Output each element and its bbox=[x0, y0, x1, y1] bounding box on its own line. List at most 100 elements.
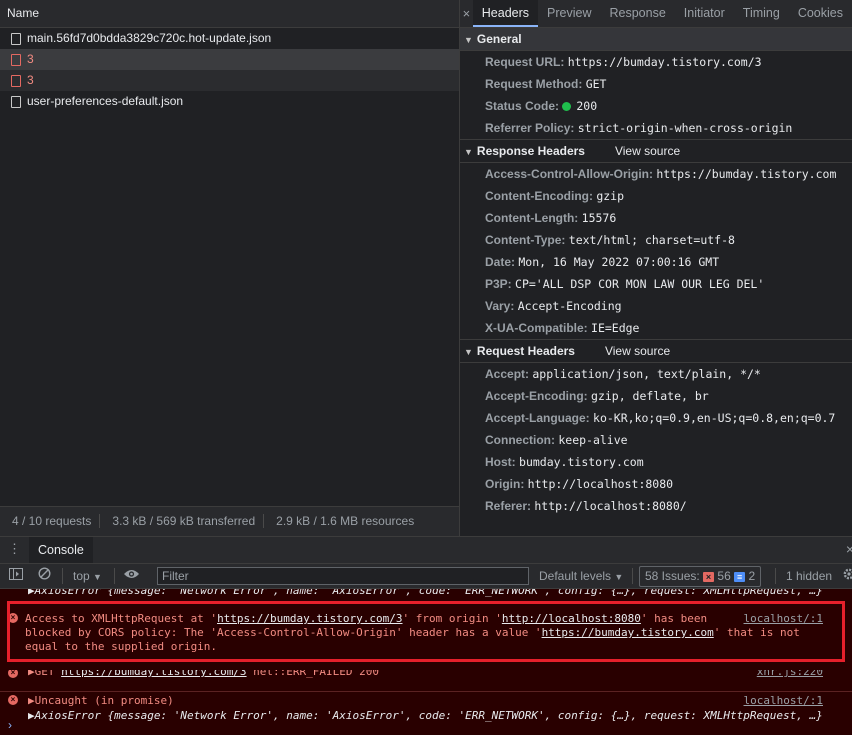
tab-response[interactable]: Response bbox=[600, 0, 674, 27]
section-title: General bbox=[476, 32, 522, 46]
header-value: gzip bbox=[596, 189, 625, 203]
header-row: Content-Length: 15576 bbox=[460, 207, 852, 229]
resources-size: 2.9 kB / 1.6 MB resources bbox=[276, 514, 415, 528]
object-body: {message: 'Network Error', name: 'AxiosE… bbox=[107, 589, 823, 597]
name-column-header[interactable]: Name bbox=[0, 0, 459, 28]
header-key: Access-Control-Allow-Origin: bbox=[485, 167, 654, 181]
cors-error-line: equal to the supplied origin. bbox=[0, 640, 852, 654]
request-row[interactable]: user-preferences-default.json bbox=[0, 91, 459, 112]
issues-label: 58 Issues: bbox=[645, 569, 700, 583]
message-text: ' has been bbox=[640, 612, 708, 625]
header-value: 15576 bbox=[581, 211, 617, 225]
header-row: Request Method: GET bbox=[460, 73, 852, 95]
message-text: ' from origin ' bbox=[402, 612, 502, 625]
request-name: 3 bbox=[27, 73, 34, 87]
get-failed-line: ▶GET https://bumday.tistory.com/3 net::E… bbox=[0, 670, 852, 679]
issues-info-count: 2 bbox=[748, 569, 756, 583]
expand-triangle-icon: ▼ bbox=[464, 347, 473, 357]
header-key: Connection: bbox=[485, 433, 555, 447]
expand-triangle-icon: ▼ bbox=[464, 147, 473, 157]
header-row: X-UA-Compatible: IE=Edge bbox=[460, 317, 852, 339]
console-prompt-icon[interactable]: › bbox=[8, 718, 12, 732]
request-error-icon bbox=[11, 54, 21, 66]
cors-error-message[interactable]: × Access to XMLHttpRequest at 'https://b… bbox=[0, 612, 852, 656]
response-headers-section-header[interactable]: ▼ Response Headers View source bbox=[460, 139, 852, 163]
tab-initiator[interactable]: Initiator bbox=[675, 0, 734, 27]
request-name: main.56fd7d0bdda3829c720c.hot-update.jso… bbox=[27, 31, 272, 45]
header-row: Date: Mon, 16 May 2022 07:00:16 GMT bbox=[460, 251, 852, 273]
message-link[interactable]: https://bumday.tistory.com/3 bbox=[217, 612, 402, 625]
uncaught-error-message[interactable]: × ▶Uncaught (in promise) localhost/:1 ▶A… bbox=[0, 691, 852, 722]
header-key: Vary: bbox=[485, 299, 515, 313]
header-value: bumday.tistory.com bbox=[519, 455, 644, 469]
axios-error-object[interactable]: ▶AxiosError {message: 'Network Error', n… bbox=[28, 709, 823, 722]
dropdown-arrow-icon: ▼ bbox=[93, 572, 102, 582]
header-key: X-UA-Compatible: bbox=[485, 321, 588, 335]
live-expression-eye-icon[interactable] bbox=[123, 564, 140, 588]
dropdown-arrow-icon: ▼ bbox=[614, 572, 624, 582]
general-section-header[interactable]: ▼ General bbox=[460, 28, 852, 51]
drawer-tab-bar: ⋮ Console × bbox=[0, 536, 852, 564]
levels-label: Default levels bbox=[539, 569, 612, 583]
tab-cookies[interactable]: Cookies bbox=[789, 0, 852, 27]
console-filter-input[interactable] bbox=[157, 567, 529, 585]
request-count: 4 / 10 requests bbox=[0, 514, 101, 528]
header-key: Content-Length: bbox=[485, 211, 579, 225]
header-row: Vary: Accept-Encoding bbox=[460, 295, 852, 317]
close-details-icon[interactable]: × bbox=[460, 0, 473, 27]
tab-preview[interactable]: Preview bbox=[538, 0, 600, 27]
request-details-panel: × Headers Preview Response Initiator Tim… bbox=[460, 0, 852, 536]
issue-info-icon: ≡ bbox=[734, 572, 746, 582]
header-key: Request Method: bbox=[485, 77, 583, 91]
clear-console-icon[interactable] bbox=[38, 564, 51, 588]
header-key: Status Code: bbox=[485, 99, 560, 113]
header-key: Accept-Language: bbox=[485, 411, 590, 425]
expand-triangle-icon: ▼ bbox=[464, 35, 473, 45]
header-value: text/html; charset=utf-8 bbox=[568, 233, 735, 247]
issues-button[interactable]: 58 Issues: × 56 ≡ 2 bbox=[639, 566, 762, 587]
cors-error-line: Access to XMLHttpRequest at 'https://bum… bbox=[0, 612, 852, 626]
request-name: 3 bbox=[27, 52, 34, 66]
source-link[interactable]: xhr.js:220 bbox=[757, 670, 823, 679]
message-link[interactable]: https://bumday.tistory.com/3 bbox=[61, 670, 246, 678]
issues-error-count: 56 bbox=[717, 569, 731, 583]
header-row: Referrer Policy: strict-origin-when-cros… bbox=[460, 117, 852, 139]
message-text: ' that is not bbox=[713, 626, 800, 639]
object-prefix: ▶AxiosError bbox=[28, 709, 108, 722]
header-row: Content-Type: text/html; charset=utf-8 bbox=[460, 229, 852, 251]
request-headers-section-header[interactable]: ▼ Request Headers View source bbox=[460, 339, 852, 363]
sidebar-toggle-icon[interactable] bbox=[9, 564, 23, 588]
source-link[interactable]: localhost/:1 bbox=[744, 612, 823, 626]
log-levels-dropdown[interactable]: Default levels ▼ bbox=[539, 564, 623, 588]
message-text: blocked by CORS policy: The 'Access-Cont… bbox=[25, 626, 542, 639]
header-value: Accept-Encoding bbox=[517, 299, 622, 313]
console-toolbar: top ▼ Default levels ▼ 58 Issues: × 56 ≡… bbox=[0, 564, 852, 589]
tab-headers[interactable]: Headers bbox=[472, 0, 539, 27]
header-row: Request URL: https://bumday.tistory.com/… bbox=[460, 51, 852, 73]
request-name: user-preferences-default.json bbox=[27, 94, 184, 108]
request-row[interactable]: 3 bbox=[0, 70, 459, 91]
header-row: Accept-Encoding: gzip, deflate, br bbox=[460, 385, 852, 407]
view-source-link[interactable]: View source bbox=[615, 144, 680, 158]
source-link[interactable]: localhost/:1 bbox=[744, 694, 823, 708]
tab-timing[interactable]: Timing bbox=[734, 0, 789, 27]
request-row[interactable]: 3 bbox=[0, 49, 459, 70]
view-source-link[interactable]: View source bbox=[605, 344, 670, 358]
request-row[interactable]: main.56fd7d0bdda3829c720c.hot-update.jso… bbox=[0, 28, 459, 49]
header-value: gzip, deflate, br bbox=[591, 389, 709, 403]
request-error-icon bbox=[11, 75, 21, 87]
header-value: strict-origin-when-cross-origin bbox=[577, 121, 793, 135]
axios-error-line: ▶AxiosError {message: 'Network Error', n… bbox=[0, 709, 852, 723]
context-select[interactable]: top ▼ bbox=[73, 564, 102, 588]
message-link[interactable]: http://localhost:8080 bbox=[502, 612, 641, 625]
drawer-menu-icon[interactable]: ⋮ bbox=[8, 541, 21, 557]
transferred-size: 3.3 kB / 569 kB transferred bbox=[100, 514, 265, 528]
get-failed-message[interactable]: × ▶GET https://bumday.tistory.com/3 net:… bbox=[0, 670, 852, 684]
tab-console[interactable]: Console bbox=[29, 537, 93, 563]
console-message[interactable]: ▶AxiosError {message: 'Network Error', n… bbox=[0, 589, 852, 597]
header-row: Host: bumday.tistory.com bbox=[460, 451, 852, 473]
close-drawer-icon[interactable]: × bbox=[846, 541, 852, 557]
header-row: Access-Control-Allow-Origin: https://bum… bbox=[460, 163, 852, 185]
message-link[interactable]: https://bumday.tistory.com bbox=[542, 626, 714, 639]
console-settings-gear-icon[interactable] bbox=[843, 564, 852, 588]
